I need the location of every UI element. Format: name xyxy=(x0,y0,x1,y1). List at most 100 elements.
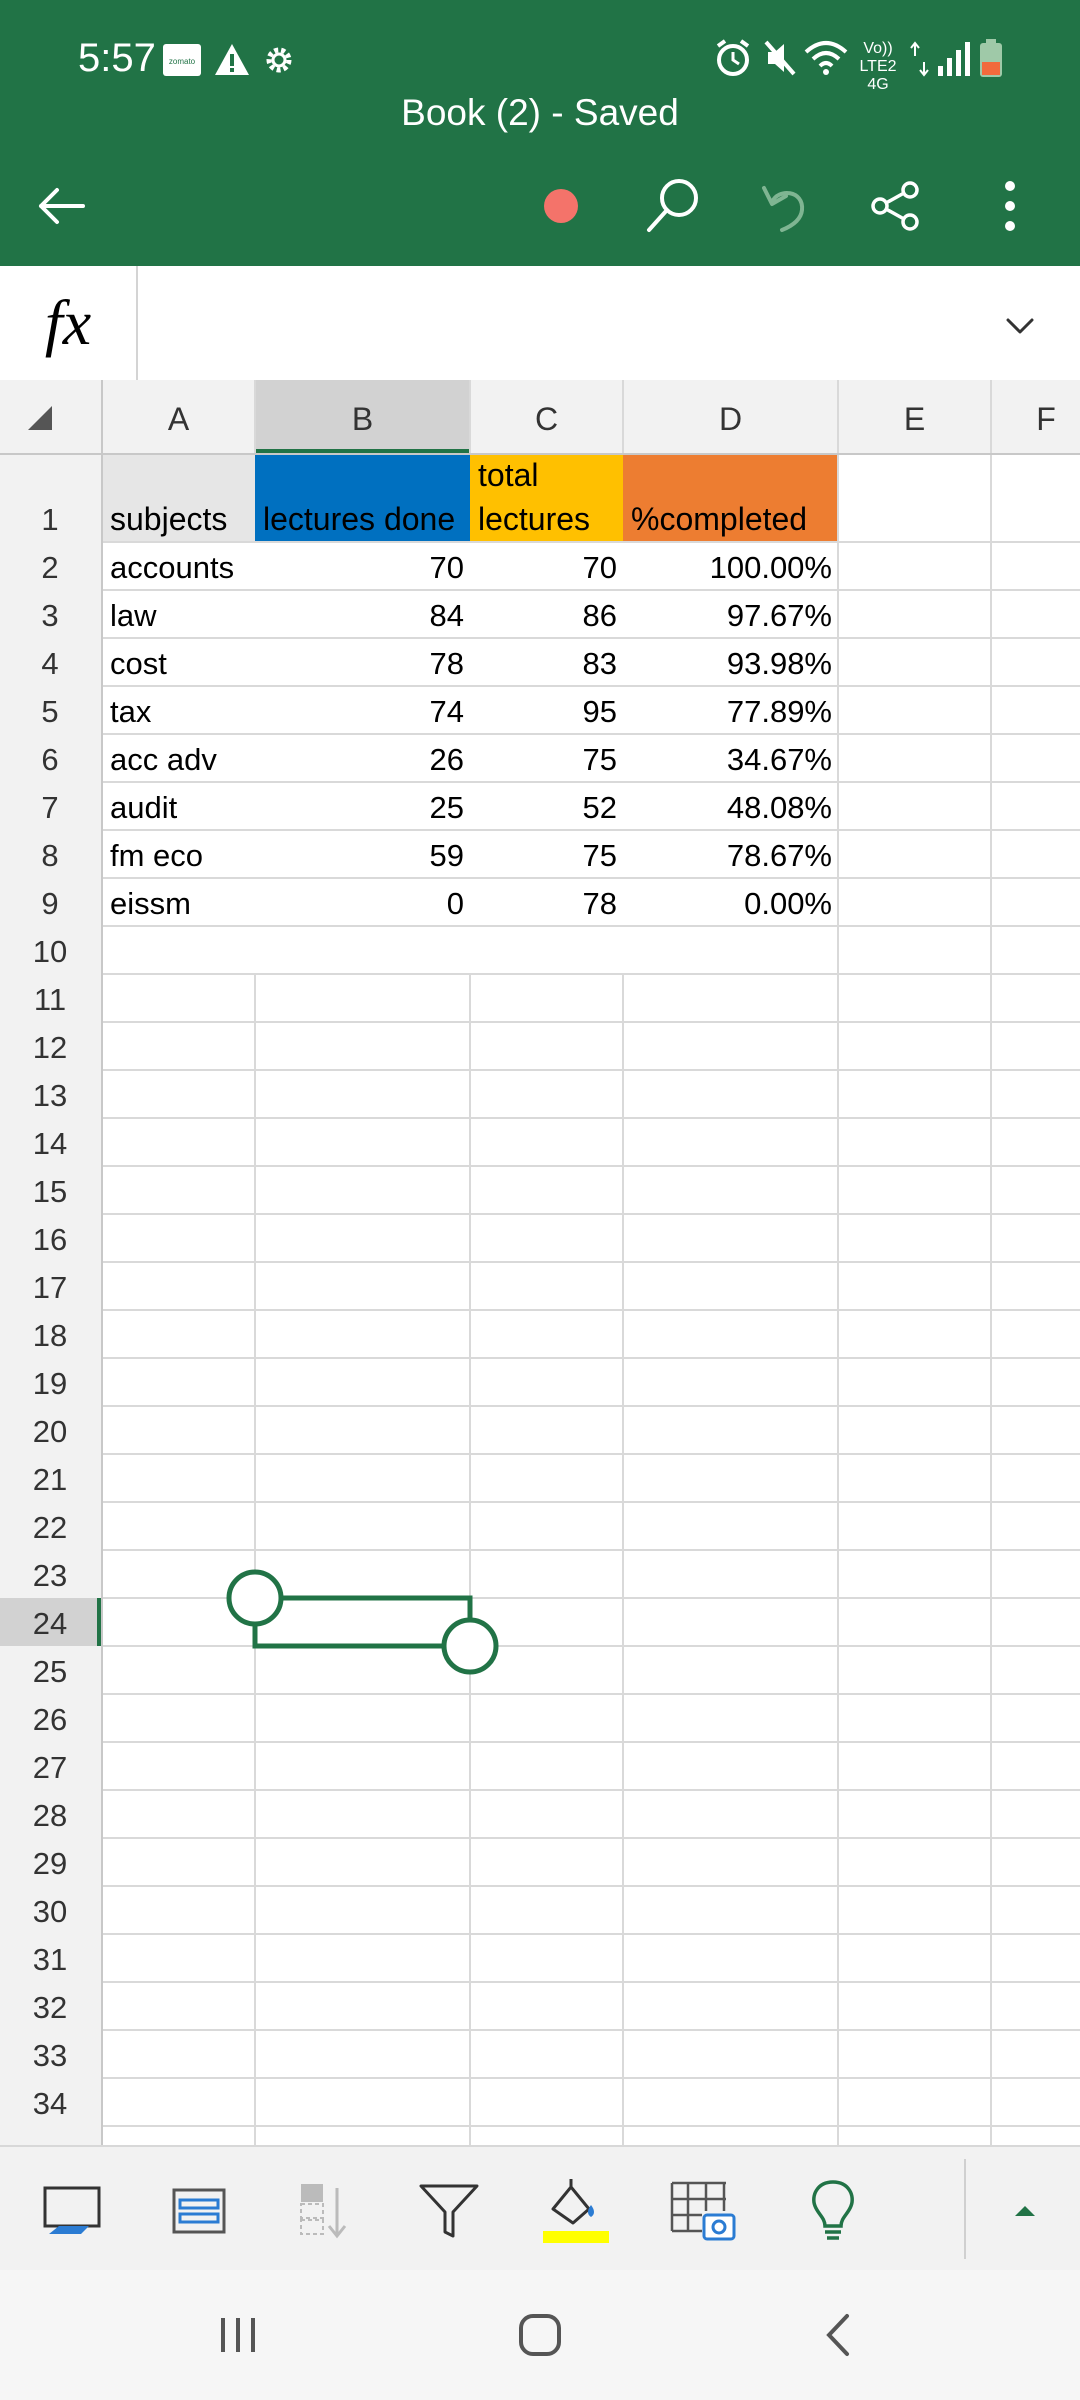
back-arrow-icon xyxy=(39,188,85,224)
search-button[interactable] xyxy=(637,170,709,242)
row-header-5: 5 xyxy=(41,694,58,729)
ideas-lightbulb-icon xyxy=(812,2180,854,2240)
battery-icon xyxy=(980,39,1002,77)
settings-notification-icon xyxy=(266,47,292,73)
row-header-29: 29 xyxy=(33,1846,67,1881)
spreadsheet-grid[interactable]: A B C D E F 1 2 3 4 5 6 7 8 9 10 11 12 13 14 15 16 17 18 19 20 21 2… xyxy=(0,380,1080,2145)
filter-button[interactable] xyxy=(404,2165,494,2255)
cell-text: tax xyxy=(110,694,152,729)
more-options-button[interactable] xyxy=(974,170,1046,242)
record-button[interactable] xyxy=(525,170,597,242)
selection-handle-bottom-right[interactable] xyxy=(441,1617,499,1675)
selected-cell-border[interactable] xyxy=(252,1595,473,1649)
column-header-e: E xyxy=(904,401,925,437)
row-header-10: 10 xyxy=(33,934,67,969)
header-cell-text: subjects xyxy=(110,501,227,537)
row-header-30: 30 xyxy=(33,1894,67,1929)
row-header-8: 8 xyxy=(41,838,58,873)
recent-apps-button[interactable] xyxy=(178,2290,298,2380)
cell-value: 59 xyxy=(430,838,464,873)
svg-text:zomato: zomato xyxy=(169,57,196,66)
row-header-19: 19 xyxy=(33,1366,67,1401)
cell-value: 84 xyxy=(430,598,464,633)
formula-input[interactable] xyxy=(138,266,998,380)
search-icon xyxy=(647,179,698,232)
sheet-view-button[interactable] xyxy=(28,2165,118,2255)
cell-text: cost xyxy=(110,646,167,681)
filter-icon xyxy=(419,2184,479,2238)
ideas-button[interactable] xyxy=(788,2165,878,2255)
column-header-d: D xyxy=(719,401,742,437)
network-type-label: Vo)) LTE2 4G xyxy=(859,40,897,93)
row-header-22: 22 xyxy=(33,1510,67,1545)
insert-snapshot-button[interactable] xyxy=(658,2165,748,2255)
fill-color-button[interactable] xyxy=(531,2165,621,2255)
column-header-c: C xyxy=(535,401,558,437)
cell-text: eissm xyxy=(110,886,191,921)
header-cell-text: lectures xyxy=(478,501,590,537)
cell-value: 26 xyxy=(430,742,464,777)
cell-value: 0.00% xyxy=(744,886,832,921)
row-header-18: 18 xyxy=(33,1318,67,1353)
column-header-f: F xyxy=(1036,401,1056,437)
warning-notification-icon xyxy=(215,44,249,75)
row-header-1: 1 xyxy=(41,502,58,537)
home-button[interactable] xyxy=(480,2290,600,2380)
fx-label[interactable]: fx xyxy=(0,266,138,380)
sort-button[interactable] xyxy=(280,2165,370,2255)
sheets-list-icon xyxy=(172,2188,226,2234)
chevron-down-icon[interactable] xyxy=(990,296,1050,356)
grid-canvas[interactable]: A B C D E F1234567891011121314151617181920212… xyxy=(0,380,1080,2145)
cell-value: 78 xyxy=(583,886,617,921)
cell-value: 93.98% xyxy=(727,646,832,681)
cell-value: 77.89% xyxy=(727,694,832,729)
row-header-31: 31 xyxy=(33,1942,67,1977)
cell-value: 74 xyxy=(430,694,464,729)
header-cell-text: total xyxy=(478,457,538,493)
expand-ribbon-icon xyxy=(1015,2206,1035,2216)
cell-value: 25 xyxy=(430,790,464,825)
sheets-list-button[interactable] xyxy=(153,2165,243,2255)
cell-value: 78 xyxy=(430,646,464,681)
toolbar-divider xyxy=(964,2159,966,2259)
more-vertical-icon xyxy=(1005,181,1015,231)
cell-value: 75 xyxy=(583,838,617,873)
share-icon xyxy=(871,181,919,231)
undo-icon xyxy=(762,186,805,232)
row-header-24: 24 xyxy=(33,1606,67,1641)
cell-value: 52 xyxy=(583,790,617,825)
column-header-b: B xyxy=(352,401,373,437)
back-button[interactable] xyxy=(25,170,97,242)
expand-ribbon-button[interactable] xyxy=(980,2165,1070,2255)
app-header: 5:57 zomato Vo)) LTE2 4G Book (2) - Save… xyxy=(0,0,1080,266)
cell-text: law xyxy=(110,598,157,633)
home-icon xyxy=(519,2314,561,2356)
sort-icon xyxy=(300,2184,347,2239)
cell-value: 70 xyxy=(583,550,617,585)
insert-table-snapshot-icon xyxy=(670,2181,736,2241)
row-header-21: 21 xyxy=(33,1462,67,1497)
cell-value: 48.08% xyxy=(727,790,832,825)
system-navigation-bar xyxy=(0,2270,1080,2400)
cell-value: 0 xyxy=(447,886,464,921)
row-header-4: 4 xyxy=(41,646,58,681)
row-header-14: 14 xyxy=(33,1126,67,1161)
row-header-13: 13 xyxy=(33,1078,67,1113)
back-nav-button[interactable] xyxy=(780,2290,900,2380)
cell-text: fm eco xyxy=(110,838,203,873)
share-button[interactable] xyxy=(860,170,932,242)
row-header-3: 3 xyxy=(41,598,58,633)
row-header-27: 27 xyxy=(33,1750,67,1785)
selection-handle-top-left[interactable] xyxy=(226,1569,284,1627)
cell-value: 86 xyxy=(583,598,617,633)
signal-strength-icon xyxy=(938,42,970,76)
undo-button[interactable] xyxy=(750,170,822,242)
cell-value: 100.00% xyxy=(710,550,832,585)
cell-value: 97.67% xyxy=(727,598,832,633)
row-header-2: 2 xyxy=(41,550,58,585)
row-header-12: 12 xyxy=(33,1030,67,1065)
cell-text: accounts xyxy=(110,550,234,585)
cell-text: audit xyxy=(110,790,178,825)
row-header-15: 15 xyxy=(33,1174,67,1209)
fill-color-icon xyxy=(543,2179,609,2243)
